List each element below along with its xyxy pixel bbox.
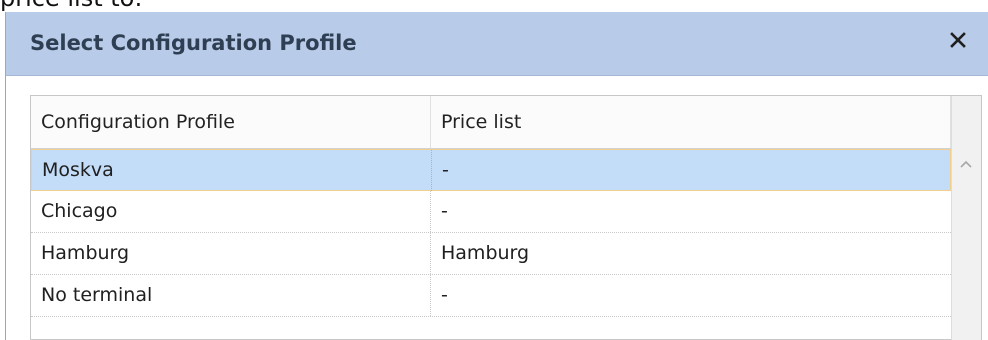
- column-header-configuration-profile[interactable]: Configuration Profile: [31, 96, 431, 148]
- profile-cell: No terminal: [31, 275, 431, 316]
- configuration-profile-grid: Configuration Profile Price list Moskva …: [30, 95, 982, 340]
- price-list-cell: -: [441, 200, 448, 222]
- close-icon[interactable]: [945, 27, 971, 53]
- grid-header: Configuration Profile Price list: [31, 96, 951, 149]
- profile-cell: Chicago: [31, 191, 431, 232]
- select-configuration-profile-dialog: Select Configuration Profile Configurati…: [5, 12, 988, 340]
- background-page-text: price list to:: [0, 0, 142, 12]
- table-row[interactable]: No terminal -: [31, 275, 951, 317]
- profile-cell: Hamburg: [31, 233, 431, 274]
- vertical-scrollbar[interactable]: [951, 96, 981, 340]
- price-list-cell: Hamburg: [441, 242, 530, 264]
- price-list-cell: -: [442, 159, 449, 181]
- dialog-title: Select Configuration Profile: [30, 31, 357, 55]
- table-row[interactable]: Moskva -: [31, 149, 951, 191]
- table-row[interactable]: Chicago -: [31, 191, 951, 233]
- price-list-cell: -: [441, 284, 448, 306]
- column-header-price-list[interactable]: Price list: [431, 96, 951, 148]
- grid-rows: Moskva - Chicago - Hamburg Hamburg No te…: [31, 149, 951, 317]
- profile-cell: Moskva: [32, 150, 432, 191]
- dialog-titlebar: Select Configuration Profile: [6, 12, 988, 76]
- screenshot-page: price list to: Select Configuration Prof…: [0, 0, 988, 340]
- chevron-up-icon[interactable]: [958, 157, 974, 173]
- table-row[interactable]: Hamburg Hamburg: [31, 233, 951, 275]
